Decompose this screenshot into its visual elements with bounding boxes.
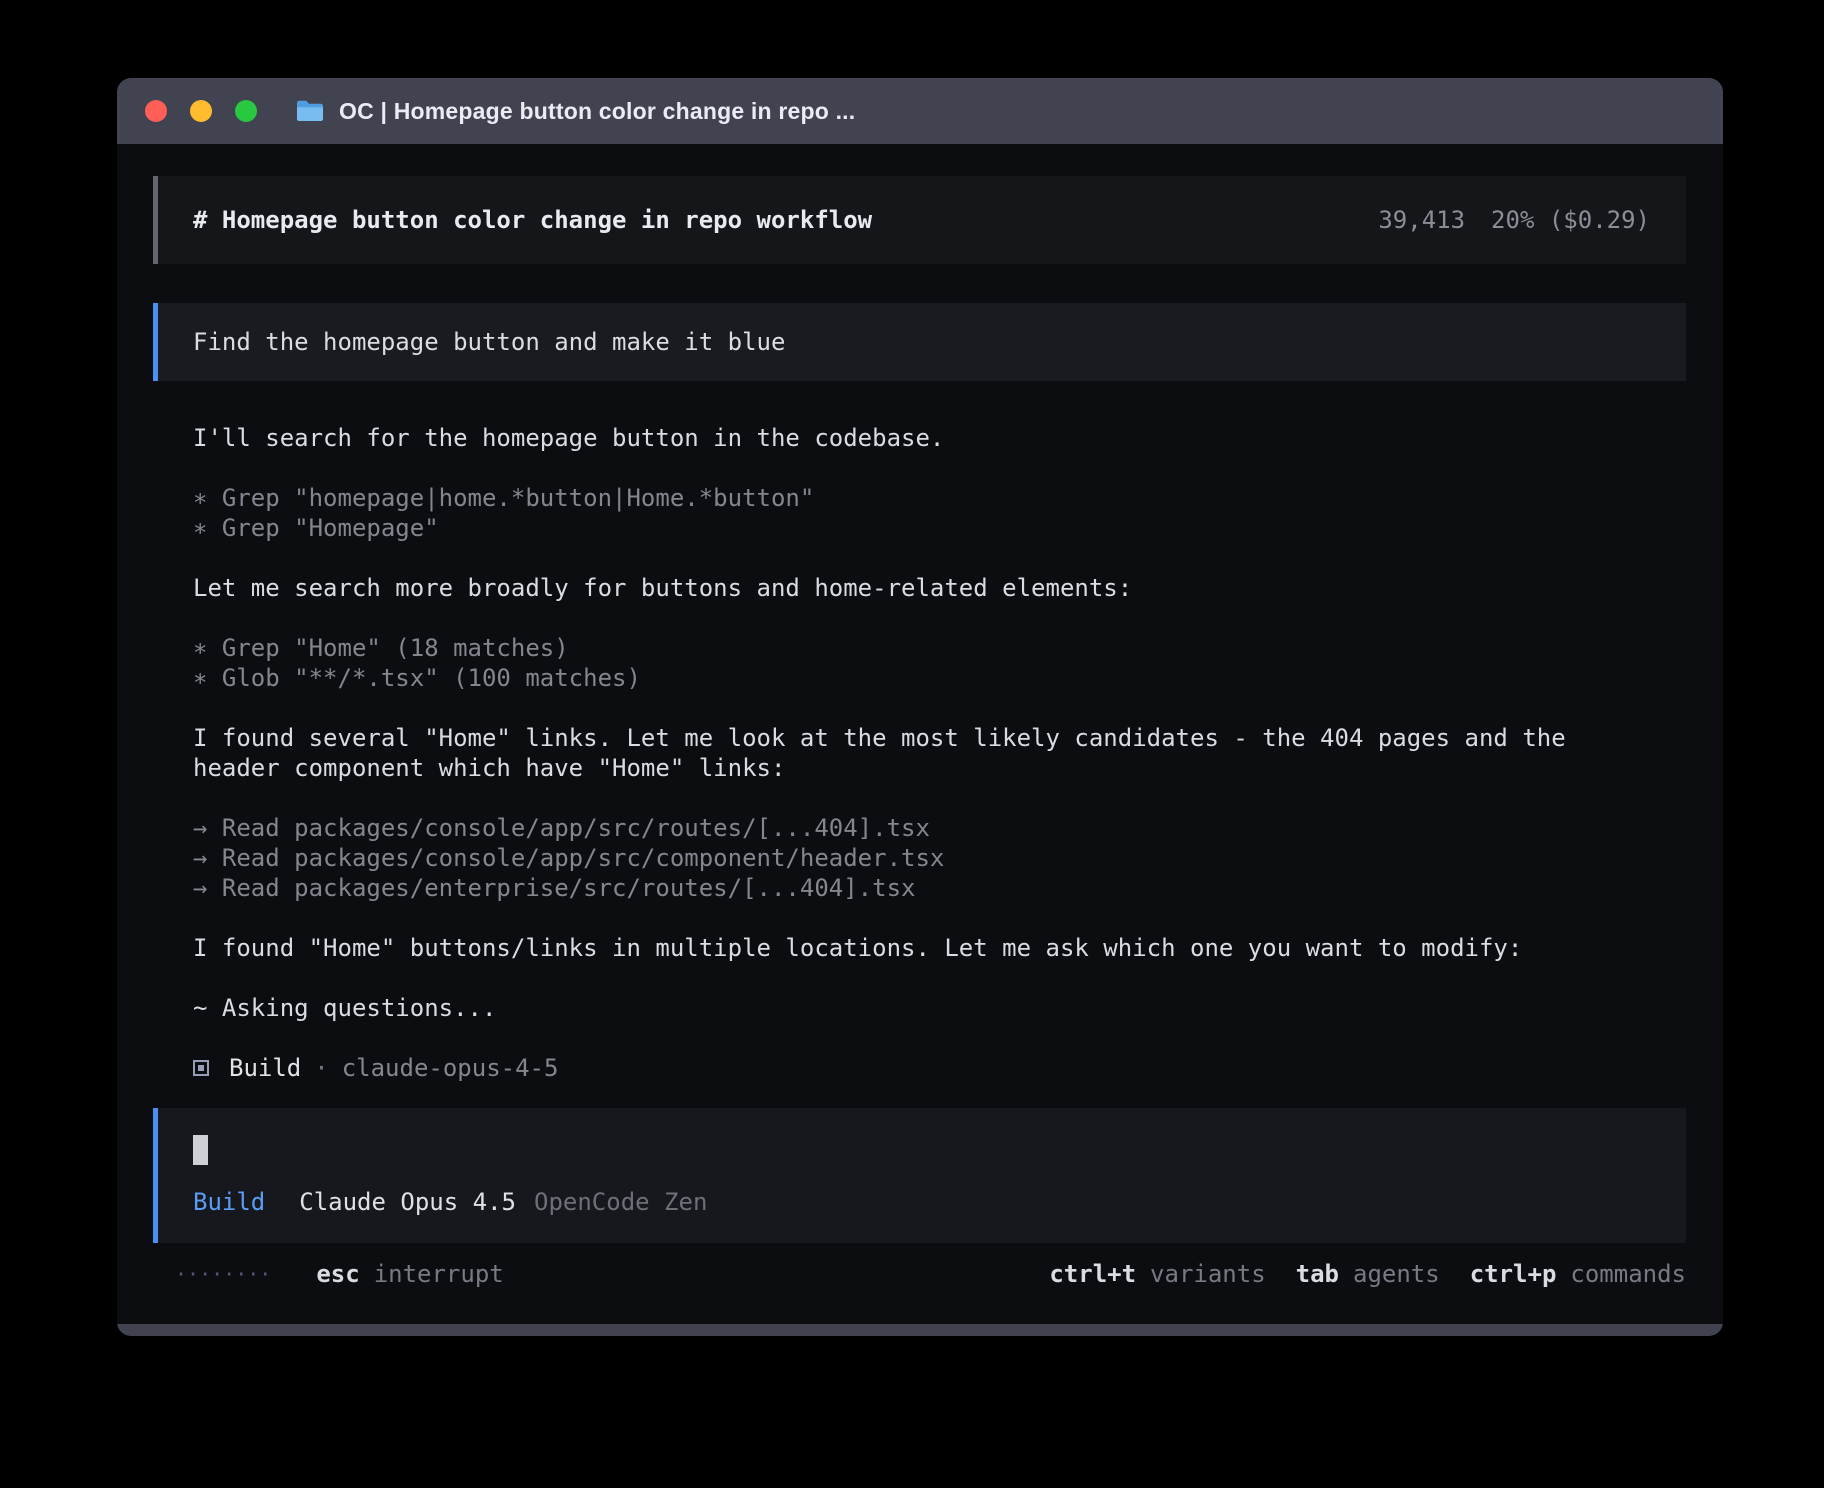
titlebar: OC | Homepage button color change in rep… <box>117 78 1723 144</box>
user-message-text: Find the homepage button and make it blu… <box>193 328 785 356</box>
tool-call-group: → Read packages/console/app/src/routes/[… <box>193 813 1646 903</box>
tool-call-group: ∗ Grep "homepage|home.*button|Home.*butt… <box>193 483 1646 543</box>
transcript: I'll search for the homepage button in t… <box>153 423 1686 1083</box>
user-message: Find the homepage button and make it blu… <box>153 303 1686 381</box>
tool-call-line: ∗ Grep "Home" (18 matches) <box>193 633 1646 663</box>
asking-questions-line: ~ Asking questions... <box>193 993 1646 1023</box>
spinner-dots: ········ <box>175 1259 271 1289</box>
shortcut-label: agents <box>1353 1259 1440 1289</box>
shortcut-variants: ctrl+t variants <box>1049 1259 1265 1289</box>
terminal-content: # Homepage button color change in repo w… <box>117 144 1723 1324</box>
shortcut-interrupt: esc interrupt <box>316 1259 503 1289</box>
tool-call-line: → Read packages/console/app/src/routes/[… <box>193 813 1646 843</box>
folder-icon <box>295 99 325 123</box>
active-model-label: Claude Opus 4.5 <box>299 1187 516 1217</box>
session-title: # Homepage button color change in repo w… <box>193 206 872 234</box>
separator-dot: · <box>314 1054 328 1082</box>
shortcut-agents: tab agents <box>1296 1259 1440 1289</box>
shortcut-label: variants <box>1150 1259 1266 1289</box>
tool-call-line: ∗ Glob "**/*.tsx" (100 matches) <box>193 663 1646 693</box>
tool-call-line: → Read packages/enterprise/src/routes/[.… <box>193 873 1646 903</box>
shortcut-key: esc <box>316 1259 359 1289</box>
assistant-message-line: I found several "Home" links. Let me loo… <box>193 723 1646 753</box>
assistant-message-line: I'll search for the homepage button in t… <box>193 423 1646 453</box>
shortcut-key: ctrl+t <box>1049 1259 1136 1289</box>
shortcut-commands: ctrl+p commands <box>1470 1259 1686 1289</box>
active-agent-label: Build <box>193 1187 265 1217</box>
tool-call-line: ∗ Grep "homepage|home.*button|Home.*butt… <box>193 483 1646 513</box>
tool-call-group: ∗ Grep "Home" (18 matches) ∗ Glob "**/*.… <box>193 633 1646 693</box>
status-bar-left: ········ esc interrupt <box>175 1259 504 1289</box>
assistant-message: I found several "Home" links. Let me loo… <box>193 723 1646 783</box>
assistant-message: I'll search for the homepage button in t… <box>193 423 1646 453</box>
model-status-line: Build Claude Opus 4.5 OpenCode Zen <box>193 1187 1656 1217</box>
agent-name: Build <box>229 1054 301 1082</box>
status-bar-right: ctrl+t variants tab agents ctrl+p comman… <box>1049 1259 1686 1289</box>
window-title: OC | Homepage button color change in rep… <box>339 98 855 125</box>
shortcut-label: interrupt <box>374 1259 504 1289</box>
session-meta: 39,413 20% ($0.29) <box>1378 206 1650 234</box>
prompt-input[interactable]: Build Claude Opus 4.5 OpenCode Zen <box>153 1108 1686 1243</box>
terminal-window: OC | Homepage button color change in rep… <box>117 78 1723 1336</box>
assistant-message-line: header component which have "Home" links… <box>193 753 1646 783</box>
session-header: # Homepage button color change in repo w… <box>153 176 1686 264</box>
assistant-status: ~ Asking questions... <box>193 993 1646 1023</box>
agent-status-line: Build · claude-opus-4-5 <box>193 1053 1646 1083</box>
status-bar: ········ esc interrupt ctrl+t variants t… <box>153 1259 1686 1289</box>
shortcut-key: tab <box>1296 1259 1339 1289</box>
window-bottom-edge <box>117 1324 1723 1336</box>
model-id: claude-opus-4-5 <box>342 1054 559 1082</box>
minimize-button[interactable] <box>190 100 212 122</box>
traffic-lights <box>145 100 257 122</box>
shortcut-key: ctrl+p <box>1470 1259 1557 1289</box>
assistant-message-line: I found "Home" buttons/links in multiple… <box>193 933 1646 963</box>
assistant-message-line: Let me search more broadly for buttons a… <box>193 573 1646 603</box>
text-cursor <box>193 1135 208 1165</box>
close-button[interactable] <box>145 100 167 122</box>
tool-call-line: ∗ Grep "Homepage" <box>193 513 1646 543</box>
assistant-message: I found "Home" buttons/links in multiple… <box>193 933 1646 963</box>
assistant-message: Let me search more broadly for buttons a… <box>193 573 1646 603</box>
agent-icon <box>193 1060 209 1076</box>
context-usage: 20% ($0.29) <box>1491 206 1650 234</box>
tool-call-line: → Read packages/console/app/src/componen… <box>193 843 1646 873</box>
token-count: 39,413 <box>1378 206 1465 234</box>
shortcut-label: commands <box>1570 1259 1686 1289</box>
zoom-button[interactable] <box>235 100 257 122</box>
model-provider-label: OpenCode Zen <box>534 1187 707 1217</box>
